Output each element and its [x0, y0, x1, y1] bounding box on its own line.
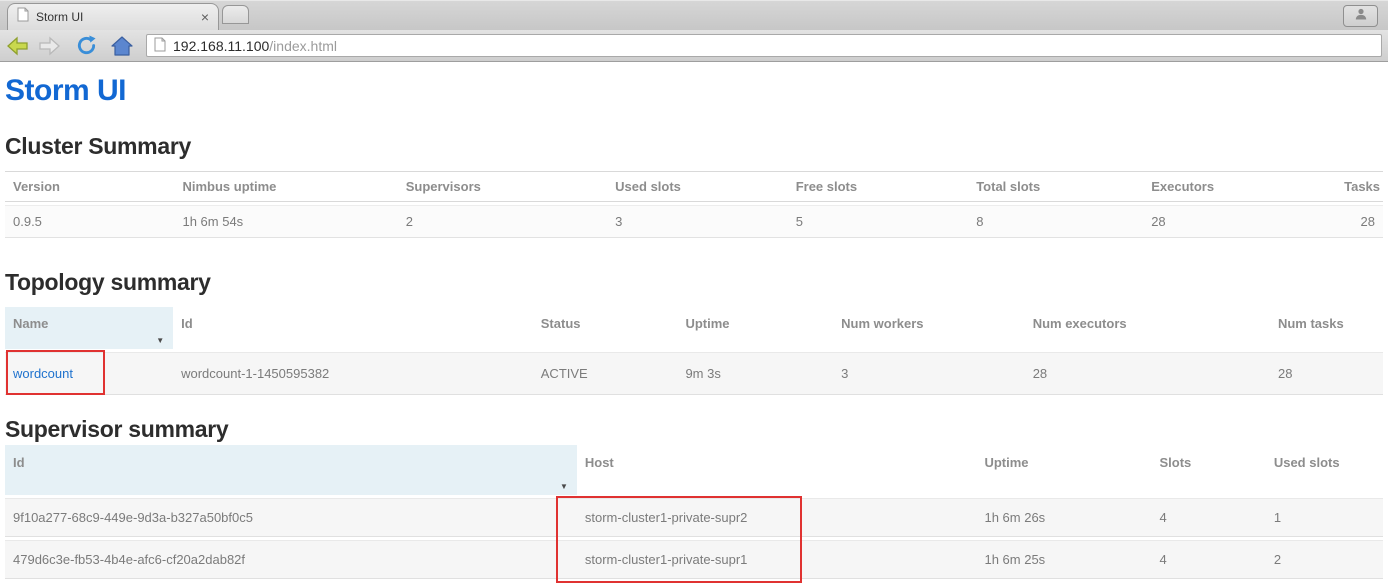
url-host: 192.168.11.100 — [173, 38, 269, 54]
supervisor-col-uptime[interactable]: Uptime — [976, 445, 1151, 495]
back-arrow-icon — [6, 36, 30, 56]
cluster-data-row: 0.9.5 1h 6m 54s 2 3 5 8 28 28 — [5, 205, 1383, 238]
forward-arrow-icon — [37, 36, 61, 56]
supervisor-id-cell-0: 9f10a277-68c9-449e-9d3a-b327a50bf0c5 — [5, 498, 577, 537]
cluster-nimbus-uptime-cell: 1h 6m 54s — [174, 205, 397, 238]
cluster-tasks-cell: 28 — [1336, 205, 1383, 238]
sort-desc-icon: ▼ — [560, 483, 568, 491]
home-button[interactable] — [108, 33, 136, 59]
supervisor-summary-table: Id ▼ Host Uptime Slots Used slots 9f10a2… — [5, 442, 1383, 582]
cluster-col-version[interactable]: Version — [5, 171, 174, 202]
supervisor-used-slots-cell-1: 2 — [1266, 540, 1383, 579]
supervisor-id-cell-1: 479d6c3e-fb53-4b4e-afc6-cf20a2dab82f — [5, 540, 577, 579]
cluster-col-nimbus-uptime[interactable]: Nimbus uptime — [174, 171, 397, 202]
refresh-icon — [76, 35, 97, 56]
topology-data-row: wordcount wordcount-1-1450595382 ACTIVE … — [5, 352, 1383, 395]
cluster-executors-cell: 28 — [1143, 205, 1336, 238]
tab-title: Storm UI — [36, 10, 194, 24]
topology-num-tasks-cell: 28 — [1270, 352, 1383, 395]
supervisor-host-cell-1: storm-cluster1-private-supr1 — [577, 540, 977, 579]
forward-button[interactable] — [35, 33, 63, 59]
supervisor-uptime-cell-1: 1h 6m 25s — [976, 540, 1151, 579]
topology-num-workers-cell: 3 — [833, 352, 1025, 395]
supervisor-col-id-label: Id — [13, 455, 25, 470]
cluster-header-row: Version Nimbus uptime Supervisors Used s… — [5, 171, 1383, 202]
url-path: /index.html — [269, 38, 337, 54]
supervisor-used-slots-cell-0: 1 — [1266, 498, 1383, 537]
supervisor-slots-cell-1: 4 — [1151, 540, 1265, 579]
browser-tab-storm-ui[interactable]: Storm UI × — [7, 3, 219, 30]
topology-col-name[interactable]: Name ▼ — [5, 307, 173, 349]
browser-tab-strip: Storm UI × — [0, 0, 1388, 30]
home-icon — [111, 36, 133, 56]
refresh-button[interactable] — [72, 33, 100, 59]
supervisor-header-row: Id ▼ Host Uptime Slots Used slots — [5, 445, 1383, 495]
topology-col-id[interactable]: Id — [173, 307, 533, 349]
supervisor-row-1: 479d6c3e-fb53-4b4e-afc6-cf20a2dab82f sto… — [5, 540, 1383, 579]
supervisor-col-id[interactable]: Id ▼ — [5, 445, 577, 495]
topology-col-uptime[interactable]: Uptime — [677, 307, 833, 349]
supervisor-row-0: 9f10a277-68c9-449e-9d3a-b327a50bf0c5 sto… — [5, 498, 1383, 537]
new-tab-button[interactable] — [222, 5, 249, 24]
topology-uptime-cell: 9m 3s — [677, 352, 833, 395]
back-button[interactable] — [4, 33, 32, 59]
page-title[interactable]: Storm UI — [5, 74, 1383, 107]
topology-status-cell: ACTIVE — [533, 352, 678, 395]
cluster-col-executors[interactable]: Executors — [1143, 171, 1336, 202]
cluster-summary-heading: Cluster Summary — [5, 133, 1383, 159]
supervisor-slots-cell-0: 4 — [1151, 498, 1265, 537]
cluster-used-slots-cell: 3 — [607, 205, 788, 238]
supervisor-col-slots[interactable]: Slots — [1151, 445, 1265, 495]
url-text: 192.168.11.100/index.html — [173, 38, 337, 54]
profile-button[interactable] — [1343, 5, 1378, 27]
cluster-supervisors-cell: 2 — [398, 205, 607, 238]
url-page-icon — [154, 37, 166, 55]
supervisor-summary-heading: Supervisor summary — [5, 416, 1383, 442]
cluster-version-cell: 0.9.5 — [5, 205, 174, 238]
browser-toolbar: 192.168.11.100/index.html — [0, 30, 1388, 62]
cluster-col-tasks[interactable]: Tasks — [1336, 171, 1383, 202]
cluster-col-supervisors[interactable]: Supervisors — [398, 171, 607, 202]
topology-summary-table: Name ▼ Id Status Uptime Num workers Num … — [5, 304, 1383, 398]
supervisor-host-cell-0: storm-cluster1-private-supr2 — [577, 498, 977, 537]
cluster-total-slots-cell: 8 — [968, 205, 1143, 238]
topology-wordcount-link[interactable]: wordcount — [13, 366, 73, 381]
page-content: Storm UI Cluster Summary Version Nimbus … — [0, 74, 1388, 582]
topology-id-cell: wordcount-1-1450595382 — [173, 352, 533, 395]
topology-summary-heading: Topology summary — [5, 269, 1383, 295]
close-icon[interactable]: × — [201, 10, 209, 24]
person-icon — [1354, 7, 1368, 26]
cluster-col-used-slots[interactable]: Used slots — [607, 171, 788, 202]
cluster-summary-table: Version Nimbus uptime Supervisors Used s… — [5, 168, 1383, 241]
topology-header-row: Name ▼ Id Status Uptime Num workers Num … — [5, 307, 1383, 349]
sort-desc-icon: ▼ — [156, 337, 164, 345]
topology-num-executors-cell: 28 — [1025, 352, 1270, 395]
cluster-col-total-slots[interactable]: Total slots — [968, 171, 1143, 202]
topology-name-cell: wordcount — [5, 352, 173, 395]
supervisor-col-host[interactable]: Host — [577, 445, 977, 495]
supervisor-uptime-cell-0: 1h 6m 26s — [976, 498, 1151, 537]
topology-col-name-label: Name — [13, 316, 48, 331]
topology-col-num-workers[interactable]: Num workers — [833, 307, 1025, 349]
address-bar[interactable]: 192.168.11.100/index.html — [146, 34, 1382, 57]
page-favicon — [17, 7, 29, 27]
cluster-free-slots-cell: 5 — [788, 205, 969, 238]
cluster-col-free-slots[interactable]: Free slots — [788, 171, 969, 202]
topology-col-num-executors[interactable]: Num executors — [1025, 307, 1270, 349]
topology-col-status[interactable]: Status — [533, 307, 678, 349]
supervisor-col-used-slots[interactable]: Used slots — [1266, 445, 1383, 495]
topology-col-num-tasks[interactable]: Num tasks — [1270, 307, 1383, 349]
